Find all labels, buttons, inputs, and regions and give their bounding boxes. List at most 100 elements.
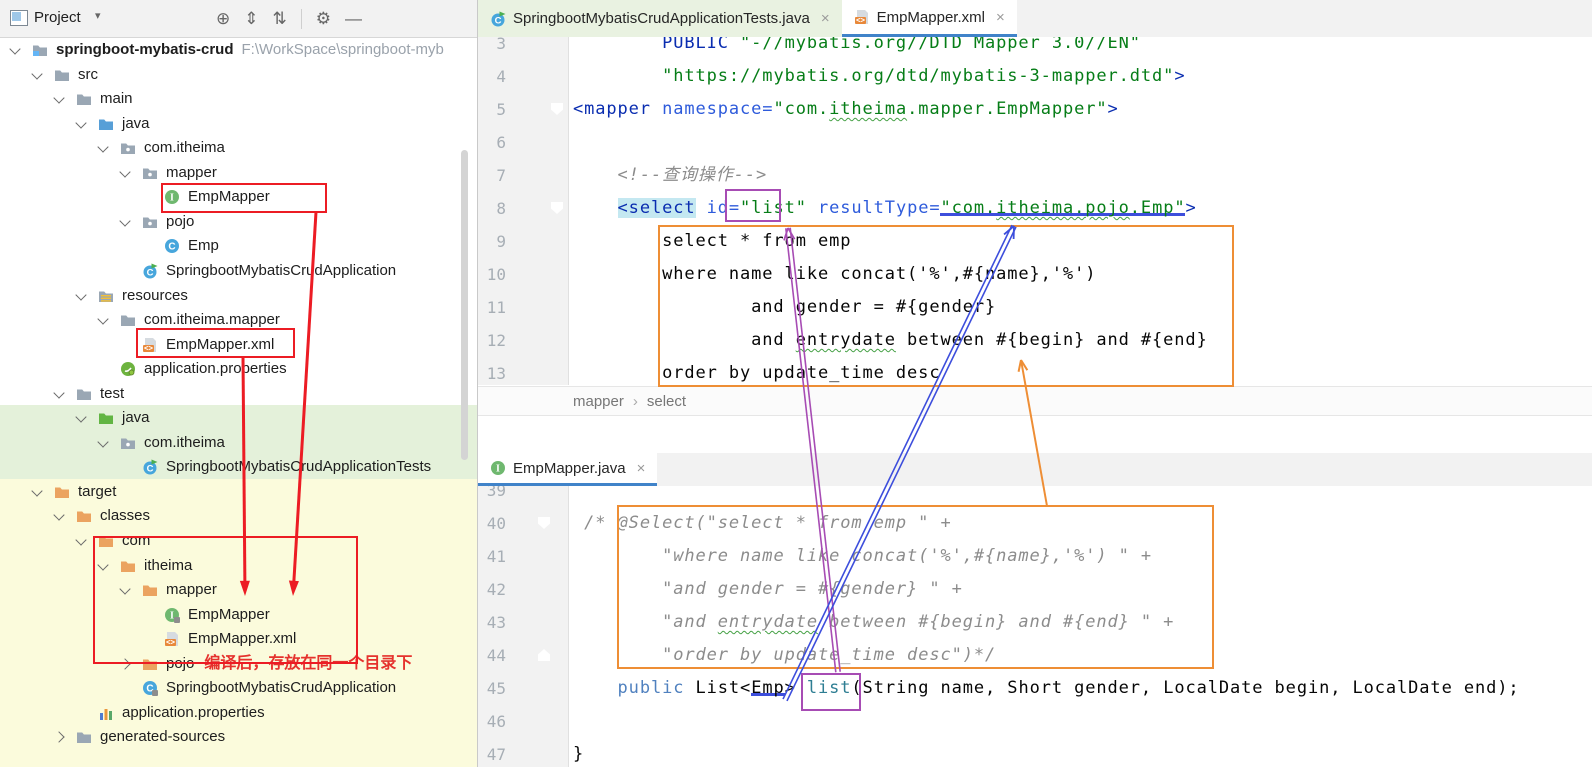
tree-item-empmapper-xml[interactable]: <> EmpMapper.xml [0, 626, 477, 651]
chevron-expanded-icon[interactable] [9, 43, 21, 55]
chevron-collapsed-icon[interactable] [119, 658, 131, 670]
tree-item-pojo[interactable]: pojo 编译后，存放在同一个目录下 [0, 651, 477, 676]
editor-tabs-top: C SpringbootMybatisCrudApplicationTests.j… [478, 0, 1592, 38]
chevron-collapsed-icon[interactable] [53, 731, 65, 744]
tree-item-target[interactable]: target [0, 479, 477, 504]
tree-item-resources[interactable]: resources [0, 283, 477, 308]
svg-text:I: I [170, 193, 174, 204]
line-number: 39 [486, 486, 506, 500]
tree-item-label: Emp [188, 237, 219, 255]
code-line-44: 44 "order by update_time desc")*/ [478, 639, 1592, 672]
chevron-expanded-icon[interactable] [53, 509, 65, 522]
chevron-expanded-icon[interactable] [97, 313, 109, 325]
tree-item-src[interactable]: src [0, 62, 477, 87]
chevron-expanded-icon[interactable] [75, 288, 87, 301]
line-number: 6 [496, 133, 506, 152]
chevron-expanded-icon[interactable] [53, 92, 65, 104]
tree-item-java[interactable]: java [0, 111, 477, 136]
tree-item-itheima[interactable]: itheima [0, 553, 477, 578]
xml-icon: <> [164, 630, 180, 647]
tree-item-mapper[interactable]: mapper [0, 577, 477, 602]
tree-item-empmapper-xml[interactable]: <> EmpMapper.xml [0, 332, 477, 357]
tab-empmapper-xml[interactable]: <> EmpMapper.xml × [841, 0, 1017, 37]
fold-marker-icon[interactable] [551, 202, 563, 214]
tree-item-springbootmybatiscrudapplication[interactable]: C SpringbootMybatisCrudApplication [0, 675, 477, 700]
tree-item-test[interactable]: test [0, 381, 477, 406]
tree-item-label: com.itheima.mapper [144, 311, 280, 329]
tab-springbootmybatiscrudapplicationtests-java[interactable]: C SpringbootMybatisCrudApplicationTests.j… [478, 0, 842, 37]
chevron-expanded-icon[interactable] [31, 67, 43, 80]
class-lock-icon: C [142, 679, 158, 697]
interface-lock-icon: I [164, 606, 180, 623]
chevron-expanded-icon[interactable] [97, 558, 109, 571]
tree-item-empmapper[interactable]: I EmpMapper [0, 602, 477, 627]
line-number: 13 [486, 364, 506, 383]
tree-item-mapper[interactable]: mapper [0, 160, 477, 185]
chevron-expanded-icon[interactable] [119, 583, 131, 595]
chevron-expanded-icon[interactable] [97, 141, 109, 153]
chevron-expanded-icon[interactable] [75, 411, 87, 423]
folder-orange-icon [54, 483, 70, 499]
props-icon [98, 704, 114, 720]
fold-marker-icon[interactable] [538, 517, 550, 529]
chevron-expanded-icon[interactable] [97, 436, 109, 448]
close-icon[interactable]: × [821, 10, 830, 27]
chevron-expanded-icon[interactable] [31, 485, 43, 497]
fold-marker-icon[interactable] [551, 103, 563, 115]
hide-panel-icon[interactable]: — [345, 0, 362, 37]
folder-orange-icon [76, 507, 92, 523]
chevron-expanded-icon[interactable] [53, 387, 65, 399]
breadcrumb-item-mapper[interactable]: mapper [573, 393, 624, 410]
tree-item-application-properties[interactable]: application.properties [0, 356, 477, 381]
tree-item-com[interactable]: com [0, 528, 477, 553]
java-editor[interactable]: 39 40 /* @Select("select * from emp " +41… [478, 486, 1592, 767]
close-icon[interactable]: × [996, 9, 1005, 26]
line-number: 42 [486, 580, 506, 599]
tree-item-springbootmybatiscrudapplication[interactable]: C SpringbootMybatisCrudApplication [0, 258, 477, 283]
tree-item-label: com.itheima [144, 433, 225, 451]
locate-icon[interactable]: ⊕ [216, 0, 230, 37]
tree-item-classes[interactable]: classes [0, 503, 477, 528]
xml-editor[interactable]: 3 PUBLIC "-//mybatis.org//DTD Mapper 3.0… [478, 37, 1592, 385]
tree-item-pojo[interactable]: pojo [0, 209, 477, 234]
code-line-8: 8 <select id="list" resultType="com.ithe… [478, 192, 1592, 225]
tree-item-springboot-mybatis-crud[interactable]: springboot-mybatis-crud F:\WorkSpace\spri… [0, 37, 477, 62]
tree-item-java[interactable]: java [0, 405, 477, 430]
tree-item-application-properties[interactable]: application.properties [0, 700, 477, 725]
editor-area: C SpringbootMybatisCrudApplicationTests.j… [478, 0, 1592, 767]
chevron-expanded-icon[interactable] [119, 166, 131, 178]
tree-item-main[interactable]: main [0, 86, 477, 111]
line-number: 12 [486, 331, 506, 350]
code-line-40: 40 /* @Select("select * from emp " + [478, 507, 1592, 540]
chevron-down-icon[interactable]: ▾ [95, 9, 101, 22]
project-icon [32, 41, 48, 57]
chevron-expanded-icon[interactable] [119, 215, 131, 227]
fold-marker-icon[interactable] [538, 649, 550, 661]
code-line-41: 41 "where name like concat('%',#{name},'… [478, 540, 1592, 573]
tree-item-emp[interactable]: C Emp [0, 233, 477, 258]
code-line-10: 10 where name like concat('%',#{name},'%… [478, 258, 1592, 291]
tab-empmapper-java[interactable]: I EmpMapper.java × [478, 453, 658, 486]
tree-item-label: pojo [166, 212, 195, 230]
settings-gear-icon[interactable]: ⚙ [316, 0, 331, 37]
tree-scrollbar[interactable] [461, 150, 468, 460]
close-icon[interactable]: × [637, 460, 646, 477]
code-line-39: 39 [478, 486, 1592, 507]
xml-icon: <> [854, 9, 870, 25]
chevron-expanded-icon[interactable] [75, 534, 87, 546]
breadcrumb-item-select[interactable]: select [647, 393, 686, 410]
project-panel: Project ▾ ⊕ ⇕ ⇅ ⚙ — springboot-mybatis-crud F… [0, 0, 478, 767]
tree-item-empmapper[interactable]: I EmpMapper [0, 184, 477, 209]
interface-icon: I [490, 460, 506, 476]
tree-item-generated-sources[interactable]: generated-sources [0, 724, 477, 749]
project-panel-title[interactable]: Project [34, 9, 81, 26]
chevron-expanded-icon[interactable] [75, 116, 87, 129]
tree-item-com-itheima-mapper[interactable]: com.itheima.mapper [0, 307, 477, 332]
collapse-all-icon[interactable]: ⇅ [273, 0, 287, 37]
tree-item-com-itheima[interactable]: com.itheima [0, 430, 477, 455]
expand-all-icon[interactable]: ⇕ [244, 0, 258, 37]
spring-icon [120, 360, 136, 377]
tree-item-com-itheima[interactable]: com.itheima [0, 135, 477, 160]
tree-item-springbootmybatiscrudapplicationtests[interactable]: C SpringbootMybatisCrudApplicationTests [0, 454, 477, 479]
code-line-12: 12 and entrydate between #{begin} and #{… [478, 324, 1592, 357]
